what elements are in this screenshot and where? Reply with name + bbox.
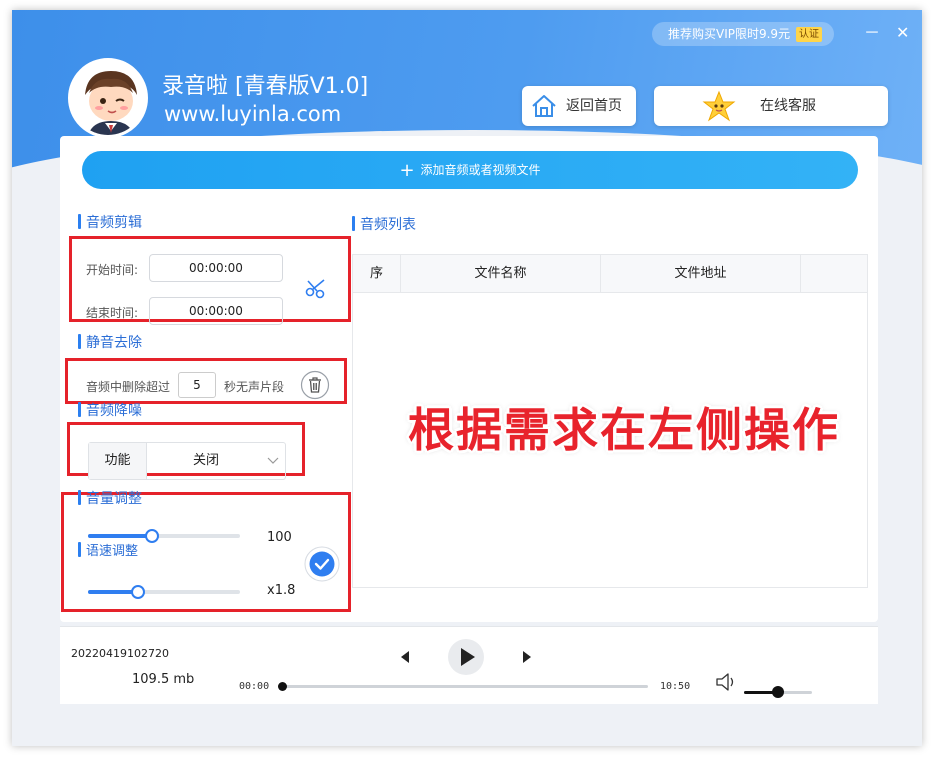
start-time-input[interactable]: 00:00:00	[149, 254, 283, 282]
volume-slider-handle[interactable]	[145, 529, 159, 543]
confirm-check-icon[interactable]	[304, 546, 340, 582]
online-service-label: 在线客服	[760, 98, 816, 114]
volume-heading: 音量调整	[78, 488, 142, 508]
speed-heading: 语速调整	[78, 540, 138, 559]
volume-slider-fill	[88, 534, 152, 538]
noise-reduction-select[interactable]: 功能 关闭	[88, 442, 286, 480]
instruction-overlay-text: 根据需求在左侧操作	[408, 403, 840, 457]
trash-icon[interactable]	[300, 370, 330, 400]
playback-progress-bar[interactable]	[278, 682, 648, 691]
star-mascot-icon	[702, 90, 736, 122]
speed-value: x1.8	[267, 583, 296, 598]
plus-icon: +	[399, 160, 415, 181]
end-time-label: 结束时间:	[86, 306, 139, 320]
silence-suffix-label: 秒无声片段	[224, 380, 285, 394]
player-volume-handle[interactable]	[772, 686, 784, 698]
chevron-down-icon	[267, 457, 279, 464]
previous-track-icon[interactable]	[398, 649, 412, 665]
close-button[interactable]: ✕	[896, 22, 909, 44]
add-audio-video-button[interactable]: + 添加音频或者视频文件	[82, 151, 858, 189]
player-file-name: 20220419102720	[71, 647, 169, 660]
app-logo-avatar	[68, 58, 148, 138]
home-button-label: 返回首页	[566, 98, 622, 114]
noise-reduction-value: 关闭	[192, 453, 219, 468]
playback-progress-handle[interactable]	[278, 682, 287, 691]
speed-slider[interactable]	[88, 585, 240, 599]
column-header-file-path: 文件地址	[601, 255, 801, 293]
main-panel: + 添加音频或者视频文件 音频剪辑 开始时间: 00:00:00 结束时间: 00…	[60, 136, 878, 622]
current-time: 00:00	[239, 681, 270, 692]
noise-reduction-key: 功能	[89, 443, 147, 479]
silence-seconds-input[interactable]: 5	[178, 372, 216, 398]
vip-promo-button[interactable]: 推荐购买VIP限时9.9元 认证	[652, 22, 834, 46]
volume-value: 100	[267, 530, 292, 545]
vip-promo-text: 推荐购买VIP限时9.9元	[668, 27, 791, 41]
home-icon	[532, 95, 556, 117]
start-time-label: 开始时间:	[86, 263, 139, 277]
home-button[interactable]: 返回首页	[522, 86, 636, 126]
scissors-icon[interactable]	[304, 277, 328, 299]
player-volume-slider[interactable]	[744, 686, 812, 698]
app-website: www.luyinla.com	[164, 102, 342, 126]
audio-list-header: 序 文件名称 文件地址	[353, 255, 867, 293]
end-time-input[interactable]: 00:00:00	[149, 297, 283, 325]
player-file-size: 109.5 mb	[132, 672, 195, 687]
player-bar: 20220419102720 109.5 mb 00:00 10:50	[60, 626, 878, 704]
noise-reduction-heading: 音频降噪	[78, 400, 142, 420]
silence-removal-heading: 静音去除	[78, 332, 142, 352]
play-button-icon[interactable]	[446, 637, 486, 677]
audio-clip-heading: 音频剪辑	[78, 212, 142, 232]
vip-certified-badge: 认证	[796, 27, 822, 42]
app-window: 推荐购买VIP限时9.9元 认证 － ✕ 录音啦 [青春版V1.0] www.l…	[12, 10, 922, 746]
silence-prefix-label: 音频中删除超过	[86, 380, 171, 394]
audio-list-heading: 音频列表	[352, 214, 416, 234]
online-service-button[interactable]: 在线客服	[654, 86, 888, 126]
column-header-file-name: 文件名称	[401, 255, 601, 293]
add-audio-video-label: 添加音频或者视频文件	[420, 163, 541, 177]
speaker-volume-icon[interactable]	[714, 671, 738, 693]
total-time: 10:50	[660, 681, 691, 692]
next-track-icon[interactable]	[520, 649, 534, 665]
app-title: 录音啦 [青春版V1.0]	[162, 74, 369, 99]
speed-slider-handle[interactable]	[131, 585, 145, 599]
volume-slider[interactable]	[88, 529, 240, 543]
column-header-index: 序	[353, 255, 401, 293]
minimize-button[interactable]: －	[864, 22, 880, 44]
